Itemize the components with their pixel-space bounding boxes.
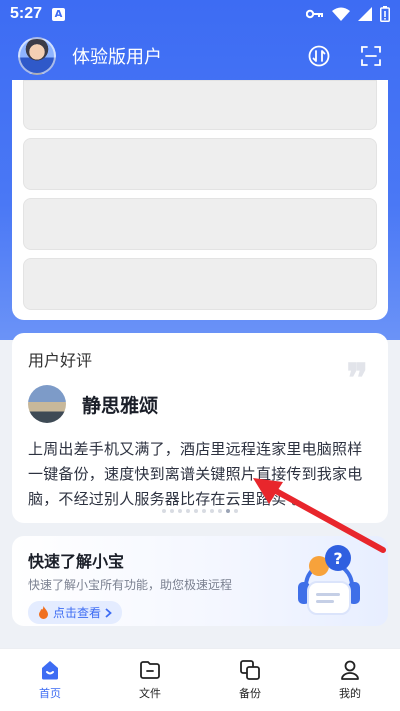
view-button-label: 点击查看 xyxy=(53,606,102,620)
reviewer-name: 静思雅颂 xyxy=(82,394,159,417)
review-section-title: 用户好评 xyxy=(28,351,93,370)
flame-icon xyxy=(39,606,48,619)
home-icon xyxy=(42,661,58,680)
nav-home-label: 首页 xyxy=(39,687,61,700)
transfer-icon[interactable] xyxy=(308,45,330,67)
top-bar: 体验版用户 xyxy=(0,32,400,80)
backup-icon xyxy=(240,660,260,680)
bottom-nav: 首页 文件 备份 我的 xyxy=(0,648,400,711)
scan-icon[interactable] xyxy=(360,45,382,67)
carousel-dot[interactable] xyxy=(162,509,166,513)
carousel-dot[interactable] xyxy=(210,509,214,513)
folder-icon xyxy=(140,661,160,679)
chevron-right-icon xyxy=(105,607,112,618)
carousel-dot[interactable] xyxy=(178,509,182,513)
signal-icon xyxy=(358,7,372,21)
avatar[interactable] xyxy=(18,37,56,75)
carousel-dot[interactable] xyxy=(234,509,238,513)
profile-icon xyxy=(341,660,359,680)
view-button[interactable]: 点击查看 xyxy=(28,601,123,624)
device-placeholder xyxy=(23,80,377,130)
wifi-icon xyxy=(332,7,350,21)
support-assistant-icon: ? xyxy=(298,545,360,615)
nav-files-label: 文件 xyxy=(139,687,161,700)
review-text: 上周出差手机又满了，酒店里远程连家里电脑照样一键备份，速度快到离谱关键照片直接传… xyxy=(28,440,363,508)
svg-text:?: ? xyxy=(333,549,342,568)
carousel-dot[interactable] xyxy=(202,509,206,513)
top-actions xyxy=(308,45,382,67)
reviewer: 静思雅颂 xyxy=(28,385,372,423)
nav-backup-label: 备份 xyxy=(239,687,261,700)
reviewer-avatar xyxy=(28,385,66,423)
status-time: 5:27 xyxy=(10,5,43,22)
key-icon xyxy=(306,9,323,19)
nav-files[interactable]: 文件 xyxy=(100,649,200,711)
status-icons xyxy=(306,6,390,22)
nav-home[interactable]: 首页 xyxy=(0,649,100,711)
carousel-dot[interactable] xyxy=(194,509,198,513)
device-list-card xyxy=(12,80,388,320)
device-placeholder xyxy=(23,258,377,310)
quick-intro-card[interactable]: 快速了解小宝 快速了解小宝所有功能，助您极速远程 点击查看 ? xyxy=(12,536,388,626)
nav-backup[interactable]: 备份 xyxy=(200,649,300,711)
nav-profile-label: 我的 xyxy=(339,687,361,700)
device-placeholder xyxy=(23,138,377,190)
carousel-indicator xyxy=(12,509,388,513)
device-placeholder xyxy=(23,198,377,250)
nav-profile[interactable]: 我的 xyxy=(300,649,400,711)
quote-icon: ❞ xyxy=(346,355,368,402)
carousel-dot[interactable] xyxy=(218,509,222,513)
battery-icon xyxy=(380,6,390,22)
carousel-dot[interactable] xyxy=(226,509,230,513)
review-card[interactable]: 用户好评 ❞ 静思雅颂 上周出差手机又满了，酒店里远程连家里电脑照样一键备份，速… xyxy=(12,333,388,523)
notification-icon: A xyxy=(52,7,66,21)
status-bar: 5:27 A xyxy=(0,0,400,28)
username[interactable]: 体验版用户 xyxy=(72,43,162,69)
carousel-dot[interactable] xyxy=(170,509,174,513)
carousel-dot[interactable] xyxy=(186,509,190,513)
